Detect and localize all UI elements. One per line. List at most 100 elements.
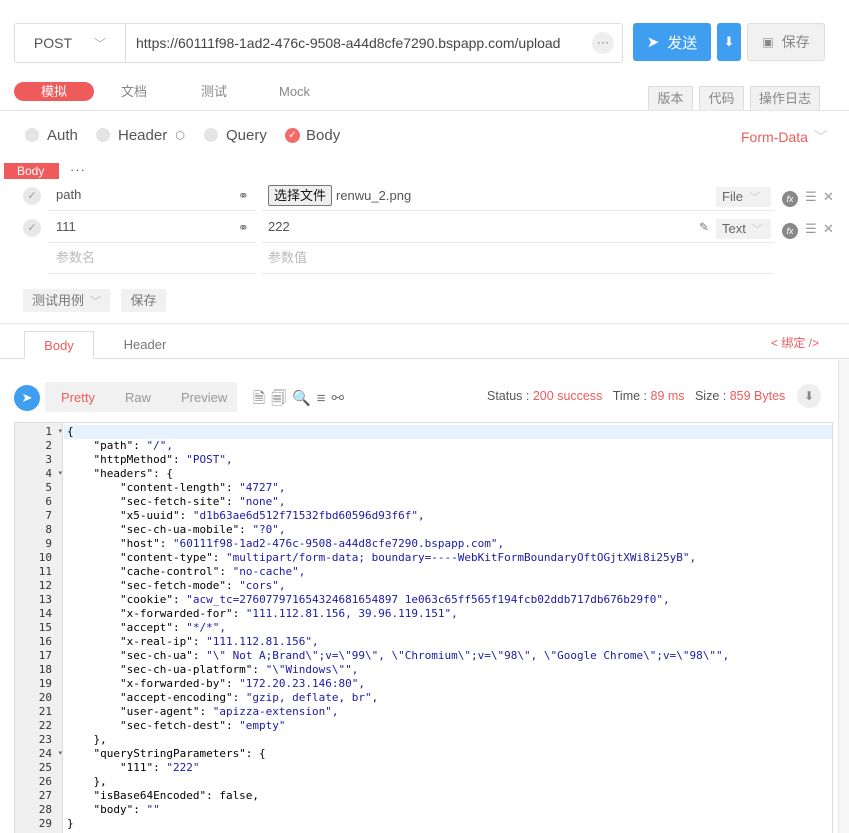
row-check-icon[interactable]: ✓ xyxy=(23,187,41,205)
line-number: 9 xyxy=(45,537,52,550)
radio-auth[interactable]: Auth xyxy=(25,126,78,144)
menu-icon[interactable]: ☰ xyxy=(805,221,817,237)
tab-response-body[interactable]: Body xyxy=(24,331,94,359)
new-param-value-field[interactable]: 参数值 xyxy=(262,243,774,274)
tab-mock[interactable]: Mock xyxy=(279,82,310,101)
file-name: renwu_2.png xyxy=(336,188,412,203)
tab-simulate[interactable]: 模拟 xyxy=(14,82,94,101)
line-number: 2 xyxy=(45,439,52,452)
scrollbar[interactable] xyxy=(838,360,849,833)
divider xyxy=(0,323,849,324)
request-bar: POST ﹀ https://60111f98-1ad2-476c-9508-a… xyxy=(14,23,623,63)
link-icon[interactable]: ⚭ xyxy=(238,220,249,236)
more-icon[interactable]: ··· xyxy=(70,162,86,177)
param-name-field[interactable]: path xyxy=(48,180,256,211)
tab-docs[interactable]: 文档 xyxy=(121,82,147,101)
line-number: 19 xyxy=(38,677,52,690)
body-mode-label: Form-Data xyxy=(741,129,808,145)
file-search-icon[interactable]: 🗎 xyxy=(253,390,271,407)
download-button[interactable]: ⬇ xyxy=(717,23,741,61)
code-line: "accept": "*/*", xyxy=(67,621,226,634)
method-select[interactable]: POST ﹀ xyxy=(15,24,126,62)
param-name-field[interactable]: 111 xyxy=(48,212,256,243)
line-number: 28 xyxy=(38,803,52,816)
line-number: 21 xyxy=(38,705,52,718)
radio-query[interactable]: Query xyxy=(204,126,267,144)
test-case-select[interactable]: 测试用例 ﹀ xyxy=(23,289,110,312)
line-number: 26 xyxy=(38,775,52,788)
send-icon[interactable]: ➤ xyxy=(14,385,40,411)
radio-body[interactable]: ✓ Body xyxy=(285,126,340,144)
radio-header[interactable]: Header ⬡ xyxy=(96,126,185,144)
close-icon[interactable]: ✕ xyxy=(823,189,834,205)
tab-code[interactable]: 代码 xyxy=(699,86,744,110)
code-line: "cache-control": "no-cache", xyxy=(67,565,306,578)
format-raw[interactable]: Raw xyxy=(95,390,151,405)
line-number: 7 xyxy=(45,509,52,522)
edit-icon[interactable]: ✎ xyxy=(699,220,709,234)
active-line-highlight xyxy=(64,425,832,439)
download-icon[interactable]: ⬇ xyxy=(797,384,821,408)
bind-link[interactable]: < 绑定 /> xyxy=(771,334,819,351)
more-icon[interactable]: ··· xyxy=(592,32,614,54)
format-pretty[interactable]: Pretty xyxy=(45,390,95,405)
time-label: Time : xyxy=(612,389,651,403)
fold-arrow-icon[interactable]: ▾ xyxy=(58,467,62,481)
line-number: 8 xyxy=(45,523,52,536)
param-value-field[interactable]: 222 xyxy=(262,212,774,243)
radio-icon xyxy=(96,128,110,142)
save-button[interactable]: ▣ 保存 xyxy=(747,23,825,61)
url-input[interactable]: https://60111f98-1ad2-476c-9508-a44d8cfe… xyxy=(136,24,560,62)
line-number: 14 xyxy=(38,607,52,620)
body-mode-select[interactable]: Form-Data ﹀ xyxy=(741,127,828,147)
code-line: "sec-ch-ua-mobile": "?0", xyxy=(67,523,286,536)
divider xyxy=(0,110,849,111)
tab-oplog[interactable]: 操作日志 xyxy=(750,86,820,110)
code-line: "x5-uuid": "d1b63ae6d512f71532fbd60596d9… xyxy=(67,509,425,522)
code-line: "accept-encoding": "gzip, deflate, br", xyxy=(67,691,379,704)
menu-icon[interactable]: ☰ xyxy=(805,189,817,205)
send-button[interactable]: ➤ 发送 xyxy=(633,23,711,61)
send-icon: ➤ xyxy=(646,34,660,51)
cube-icon: ⬡ xyxy=(175,129,185,142)
code-line: "queryStringParameters": { xyxy=(67,747,266,760)
fold-arrow-icon[interactable]: ▾ xyxy=(58,425,62,439)
save-case-button[interactable]: 保存 xyxy=(121,289,166,312)
wrap-icon[interactable]: ≡ xyxy=(317,390,332,407)
row-check-icon[interactable]: ✓ xyxy=(23,219,41,237)
line-number: 16 xyxy=(38,635,52,648)
format-preview[interactable]: Preview xyxy=(151,390,227,405)
send-label: 发送 xyxy=(667,34,698,52)
toolbar-icons: 🗎🗐🔍≡⚯ xyxy=(253,388,350,413)
fold-arrow-icon[interactable]: ▾ xyxy=(58,747,62,761)
new-param-name-field[interactable]: 参数名 xyxy=(48,243,256,274)
copy-icon[interactable]: 🗐 xyxy=(271,390,292,407)
tab-version[interactable]: 版本 xyxy=(648,86,693,110)
code-line: "x-forwarded-by": "172.20.23.146:80", xyxy=(67,677,366,690)
chevron-down-icon: ﹀ xyxy=(751,224,763,236)
line-number: 18 xyxy=(38,663,52,676)
close-icon[interactable]: ✕ xyxy=(823,221,834,237)
line-number: 6 xyxy=(45,495,52,508)
tab-test[interactable]: 测试 xyxy=(201,82,227,101)
choose-file-button[interactable]: 选择文件 xyxy=(268,185,333,206)
code-line: "body": "" xyxy=(67,803,160,816)
line-number: 25 xyxy=(38,761,52,774)
status-value: 200 success xyxy=(532,389,603,403)
line-number: 5 xyxy=(45,481,52,494)
code-line: "isBase64Encoded": false, xyxy=(67,789,260,802)
fx-icon[interactable]: fx xyxy=(782,223,798,239)
param-type-select[interactable]: Text ﹀ xyxy=(716,219,771,239)
radio-icon xyxy=(25,128,39,142)
param-type-select[interactable]: File ﹀ xyxy=(716,187,771,207)
line-number: 29 xyxy=(38,817,52,830)
response-code-viewer[interactable]: 1 ▾ 2 3 4 ▾ 5 6 7 8 9 10 11 12 13 14 15 16 17 18 19 20 21 22 23 2… xyxy=(14,422,833,833)
fx-icon[interactable]: fx xyxy=(782,191,798,207)
link-icon[interactable]: ⚭ xyxy=(238,188,249,204)
tab-response-header[interactable]: Header xyxy=(110,331,180,359)
search-icon[interactable]: 🔍 xyxy=(292,390,317,407)
code-line: "x-real-ip": "111.112.81.156", xyxy=(67,635,319,648)
code-line: "sec-ch-ua": "\" Not A;Brand\";v=\"99\",… xyxy=(67,649,730,662)
link-icon[interactable]: ⚯ xyxy=(332,390,351,407)
size-value: 859 Bytes xyxy=(729,389,786,403)
